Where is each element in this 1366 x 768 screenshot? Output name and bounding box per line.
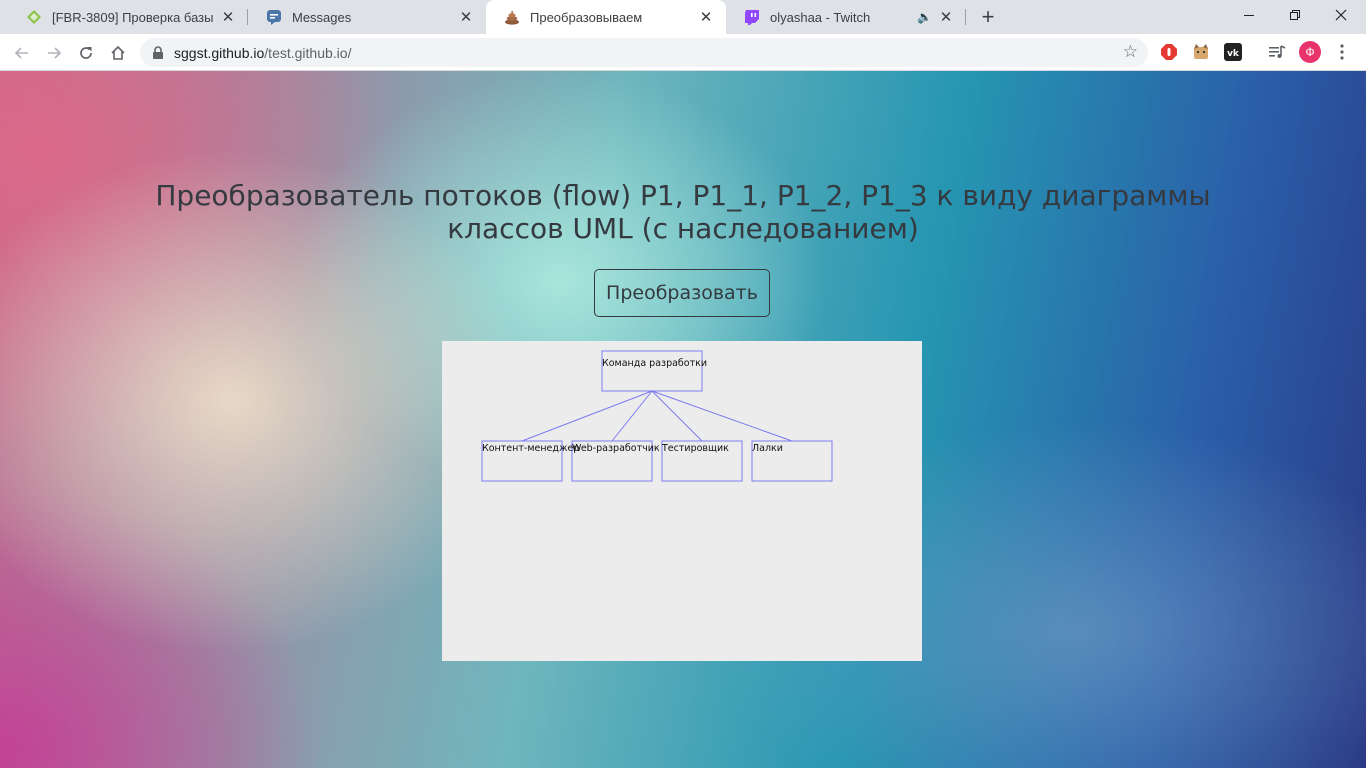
tab-title: olyashaa - Twitch: [770, 9, 871, 25]
uml-inheritance-line: [651, 390, 793, 442]
uml-child-label: Web-разработчик: [572, 443, 660, 454]
tab-preobrazovyvaem[interactable]: Преобразовываем ✕: [486, 0, 726, 34]
poop-emoji-icon: [504, 9, 520, 25]
reload-button[interactable]: [72, 39, 100, 67]
lock-icon[interactable]: [152, 45, 168, 60]
tab-title: Преобразовываем: [530, 9, 643, 25]
uml-child-label: Лалки: [752, 443, 783, 454]
restore-button[interactable]: [1272, 0, 1318, 30]
vk-extension-icon[interactable]: vk: [1223, 42, 1243, 62]
cat-extension-icon[interactable]: [1191, 42, 1211, 62]
svg-text:vk: vk: [1227, 49, 1240, 59]
close-tab-icon[interactable]: ✕: [220, 9, 236, 26]
close-tab-icon[interactable]: ✕: [458, 9, 474, 26]
convert-button[interactable]: Преобразовать: [594, 269, 770, 317]
speaker-muted-icon[interactable]: 🔈: [917, 10, 932, 24]
page-content: Преобразователь потоков (flow) P1, P1_1,…: [0, 71, 1366, 768]
tab-messages[interactable]: Messages ✕: [248, 0, 486, 34]
back-button[interactable]: [8, 39, 36, 67]
uml-child-label: Контент-менеджер: [482, 443, 579, 454]
page-scrollbar[interactable]: [1362, 71, 1366, 768]
bookmark-star-icon[interactable]: ☆: [1123, 42, 1138, 62]
uml-inheritance-line: [651, 390, 703, 442]
profile-initial: Ф: [1305, 45, 1315, 59]
page-title: Преобразователь потоков (flow) P1, P1_1,…: [155, 179, 1211, 245]
tab-fbr[interactable]: [FBR-3809] Проверка базы выда ✕: [8, 0, 248, 34]
uml-diagram: Команда разработки Контент-менеджер Web-…: [481, 350, 833, 482]
tab-title: Messages: [292, 9, 352, 25]
close-tab-icon[interactable]: ✕: [698, 9, 714, 26]
twitch-icon: [744, 9, 760, 25]
uml-canvas[interactable]: Команда разработки Контент-менеджер Web-…: [442, 341, 922, 661]
tab-title: [FBR-3809] Проверка базы выда: [52, 9, 214, 25]
url-path: /test.github.io/: [264, 44, 352, 61]
tab-strip: [FBR-3809] Проверка базы выда ✕ Messages…: [0, 0, 1366, 34]
minimize-button[interactable]: [1226, 0, 1272, 30]
close-tab-icon[interactable]: ✕: [938, 9, 954, 26]
close-window-button[interactable]: [1318, 0, 1364, 30]
menu-kebab-icon[interactable]: [1332, 42, 1352, 62]
diamond-icon: [26, 9, 42, 25]
browser-toolbar: sggst.github.io/test.github.io/ ☆ vk Ф: [0, 34, 1366, 71]
chat-bubble-icon: [266, 9, 282, 25]
tab-twitch[interactable]: olyashaa - Twitch 🔈 ✕: [726, 0, 966, 34]
new-tab-button[interactable]: +: [976, 4, 1000, 29]
adblock-extension-icon[interactable]: [1159, 42, 1179, 62]
uml-root-label: Команда разработки: [602, 358, 707, 369]
address-bar[interactable]: sggst.github.io/test.github.io/ ☆: [140, 38, 1148, 67]
home-button[interactable]: [104, 39, 132, 67]
profile-avatar[interactable]: Ф: [1299, 41, 1321, 63]
uml-root-box: [601, 350, 703, 392]
url-host: sggst.github.io: [174, 44, 265, 61]
media-control-icon[interactable]: [1267, 42, 1287, 62]
forward-button[interactable]: [40, 39, 68, 67]
uml-child-label: Тестировщик: [661, 443, 729, 454]
